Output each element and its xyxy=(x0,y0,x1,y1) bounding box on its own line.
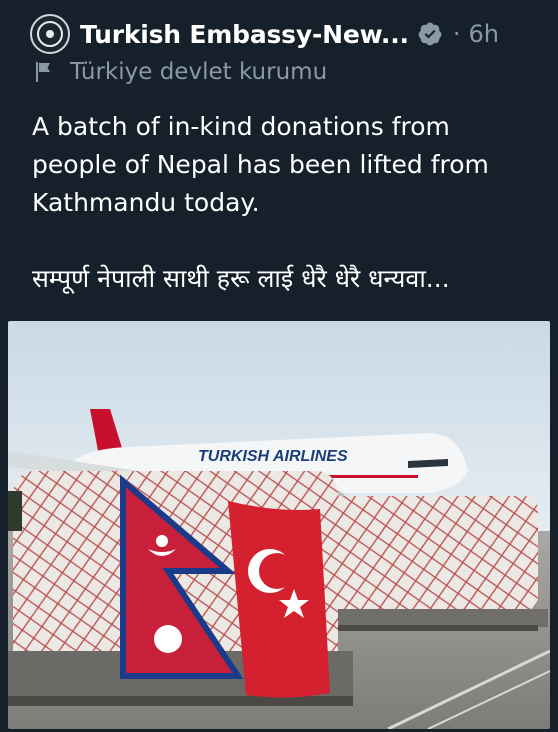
tweet-photo[interactable]: TURKISH AIRLINES xyxy=(8,321,550,729)
flag-icon xyxy=(36,62,50,82)
separator-dot: · xyxy=(452,20,461,48)
tweet-header: Turkish Embassy-New... · 6h xyxy=(30,10,548,58)
avatar[interactable] xyxy=(30,14,70,54)
account-label: Türkiye devlet kurumu xyxy=(32,59,327,85)
cargo-pallet-right xyxy=(308,496,548,631)
tweet-text: A batch of in-kind donations from people… xyxy=(32,108,542,298)
cargo-photo: TURKISH AIRLINES xyxy=(8,321,550,729)
tweet-body-nepali: सम्पूर्ण नेपाली साथी हरू लाई धेरै धेरै ध… xyxy=(32,264,450,293)
verified-badge-icon xyxy=(418,22,442,46)
emblem-icon xyxy=(37,21,63,47)
account-label-text: Türkiye devlet kurumu xyxy=(70,59,328,85)
timestamp[interactable]: 6h xyxy=(468,20,498,48)
tweet-body-english: A batch of in-kind donations from people… xyxy=(32,112,489,217)
airline-livery-text: TURKISH AIRLINES xyxy=(198,448,348,465)
author-name[interactable]: Turkish Embassy-New... xyxy=(80,20,409,49)
